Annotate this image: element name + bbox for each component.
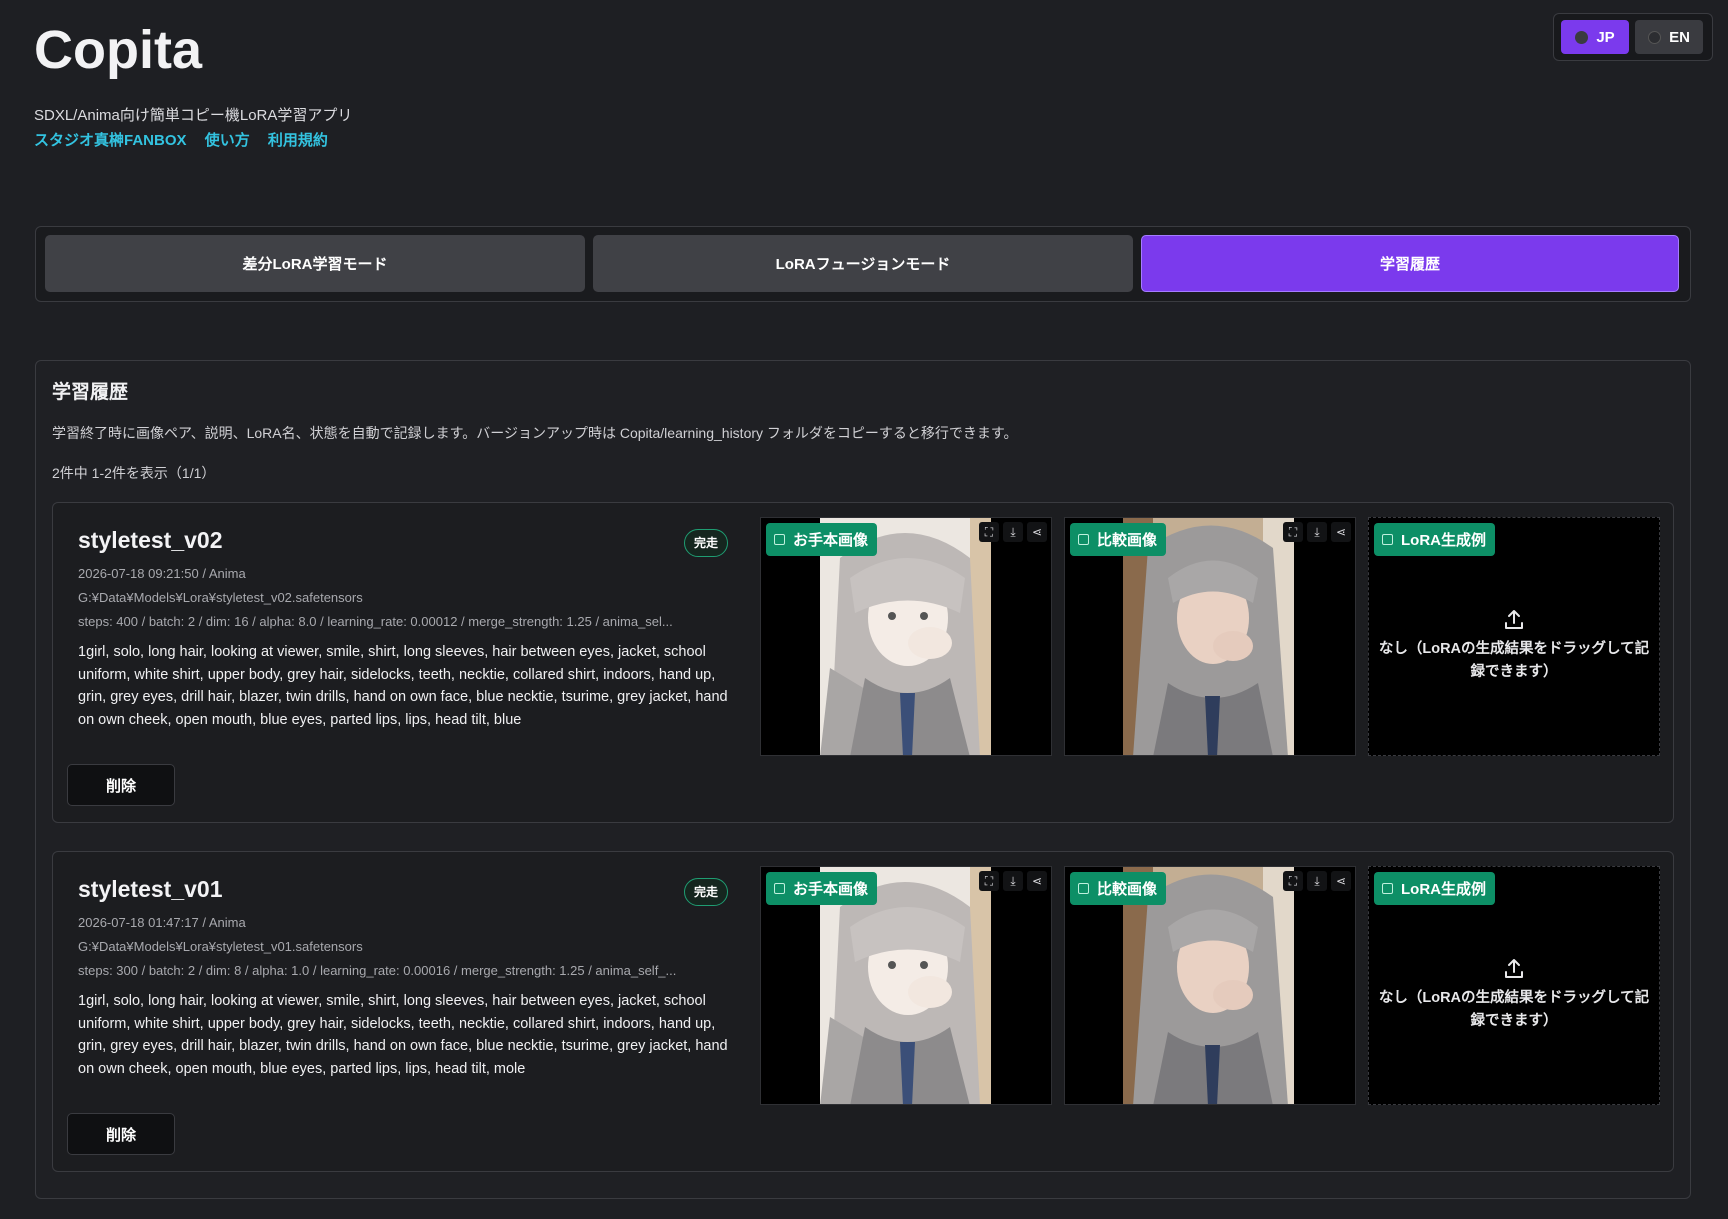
tab-diff-lora[interactable]: 差分LoRA学習モード	[45, 235, 585, 292]
download-icon[interactable]: ⤓	[1307, 522, 1327, 542]
empty-lora-text: なし（LoRAの生成結果をドラッグして記録できます）	[1378, 989, 1650, 1029]
delete-button[interactable]: 削除	[67, 764, 175, 806]
result-count: 2件中 1-2件を表示（1/1）	[52, 465, 216, 481]
image-icon	[1078, 534, 1089, 545]
panel-title: 学習履歴	[52, 382, 129, 403]
sample-image-slot: お手本画像 ⛶ ⤓ ⋖	[760, 517, 1052, 756]
delete-button[interactable]: 削除	[67, 1113, 175, 1155]
share-icon[interactable]: ⋖	[1331, 522, 1351, 542]
tags-text: 1girl, solo, long hair, looking at viewe…	[78, 993, 728, 1077]
radio-unselected-icon	[1648, 30, 1662, 44]
lora-example-label: LoRA生成例	[1401, 532, 1486, 549]
sample-image-label: お手本画像	[793, 881, 869, 898]
lora-example-slot[interactable]: LoRA生成例 なし（LoRAの生成結果をドラッグして記録できます）	[1368, 517, 1660, 756]
lora-name: styletest_v01	[78, 876, 223, 902]
image-actions: ⛶ ⤓ ⋖	[979, 871, 1047, 891]
status-badge: 完走	[684, 529, 729, 557]
upload-icon	[1505, 958, 1523, 978]
app-subtitle: SDXL/Anima向け簡単コピー機LoRA学習アプリ	[34, 107, 353, 124]
image-icon	[1078, 883, 1089, 894]
image-icon	[1382, 883, 1393, 894]
lang-en-label: EN	[1669, 28, 1690, 46]
history-card: styletest_v01 完走 2026-07-18 01:47:17 / A…	[52, 851, 1674, 1172]
datetime-text: 2026-07-18 01:47:17 / Anima	[78, 915, 246, 930]
image-actions: ⛶ ⤓ ⋖	[1283, 522, 1351, 542]
sample-image-slot: お手本画像 ⛶ ⤓ ⋖	[760, 866, 1052, 1105]
lora-path-text: G:¥Data¥Models¥Lora¥styletest_v01.safete…	[78, 939, 363, 954]
fanbox-link[interactable]: スタジオ真榊FANBOX	[34, 132, 187, 149]
lora-example-slot[interactable]: LoRA生成例 なし（LoRAの生成結果をドラッグして記録できます）	[1368, 866, 1660, 1105]
download-icon[interactable]: ⤓	[1003, 871, 1023, 891]
lang-jp-button[interactable]: JP	[1561, 20, 1629, 54]
download-icon[interactable]: ⤓	[1307, 871, 1327, 891]
sample-image-badge: お手本画像	[766, 523, 878, 556]
compare-image-label: 比較画像	[1097, 532, 1158, 549]
image-icon	[774, 534, 785, 545]
usage-link[interactable]: 使い方	[205, 132, 250, 149]
lora-example-badge: LoRA生成例	[1374, 523, 1495, 556]
tab-history[interactable]: 学習履歴	[1141, 235, 1679, 292]
datetime-text: 2026-07-18 09:21:50 / Anima	[78, 566, 246, 581]
tab-lora-fusion[interactable]: LoRAフュージョンモード	[593, 235, 1133, 292]
image-actions: ⛶ ⤓ ⋖	[1283, 871, 1351, 891]
lang-jp-label: JP	[1596, 28, 1615, 46]
compare-image-slot: 比較画像 ⛶ ⤓ ⋖	[1064, 866, 1356, 1105]
image-icon	[774, 883, 785, 894]
language-switch: JP EN	[1553, 13, 1713, 61]
lora-name: styletest_v02	[78, 527, 223, 553]
terms-link[interactable]: 利用規約	[268, 132, 328, 149]
lora-example-label: LoRA生成例	[1401, 881, 1486, 898]
image-icon	[1382, 534, 1393, 545]
lora-example-badge: LoRA生成例	[1374, 872, 1495, 905]
history-card: styletest_v02 完走 2026-07-18 09:21:50 / A…	[52, 502, 1674, 823]
fullscreen-icon[interactable]: ⛶	[979, 871, 999, 891]
upload-icon	[1505, 609, 1523, 629]
app-title: Copita	[34, 20, 202, 80]
compare-image-slot: 比較画像 ⛶ ⤓ ⋖	[1064, 517, 1356, 756]
params-text: steps: 400 / batch: 2 / dim: 16 / alpha:…	[78, 614, 673, 629]
image-actions: ⛶ ⤓ ⋖	[979, 522, 1047, 542]
status-badge: 完走	[684, 878, 729, 906]
params-text: steps: 300 / batch: 2 / dim: 8 / alpha: …	[78, 963, 677, 978]
compare-image-badge: 比較画像	[1070, 872, 1167, 905]
tags-text: 1girl, solo, long hair, looking at viewe…	[78, 644, 728, 728]
header-links: スタジオ真榊FANBOX 使い方 利用規約	[34, 129, 342, 150]
share-icon[interactable]: ⋖	[1027, 522, 1047, 542]
share-icon[interactable]: ⋖	[1027, 871, 1047, 891]
sample-image-badge: お手本画像	[766, 872, 878, 905]
radio-selected-icon	[1575, 30, 1589, 44]
compare-image-badge: 比較画像	[1070, 523, 1167, 556]
mode-tabs: 差分LoRA学習モード LoRAフュージョンモード 学習履歴	[35, 226, 1691, 302]
compare-image-label: 比較画像	[1097, 881, 1158, 898]
sample-image-label: お手本画像	[793, 532, 869, 549]
fullscreen-icon[interactable]: ⛶	[1283, 871, 1303, 891]
lora-path-text: G:¥Data¥Models¥Lora¥styletest_v02.safete…	[78, 590, 363, 605]
share-icon[interactable]: ⋖	[1331, 871, 1351, 891]
fullscreen-icon[interactable]: ⛶	[1283, 522, 1303, 542]
panel-description: 学習終了時に画像ペア、説明、LoRA名、状態を自動で記録します。バージョンアップ…	[52, 425, 1018, 441]
fullscreen-icon[interactable]: ⛶	[979, 522, 999, 542]
download-icon[interactable]: ⤓	[1003, 522, 1023, 542]
empty-lora-text: なし（LoRAの生成結果をドラッグして記録できます）	[1378, 640, 1650, 680]
lang-en-button[interactable]: EN	[1635, 20, 1703, 54]
history-panel: 学習履歴 学習終了時に画像ペア、説明、LoRA名、状態を自動で記録します。バージ…	[35, 360, 1691, 1199]
